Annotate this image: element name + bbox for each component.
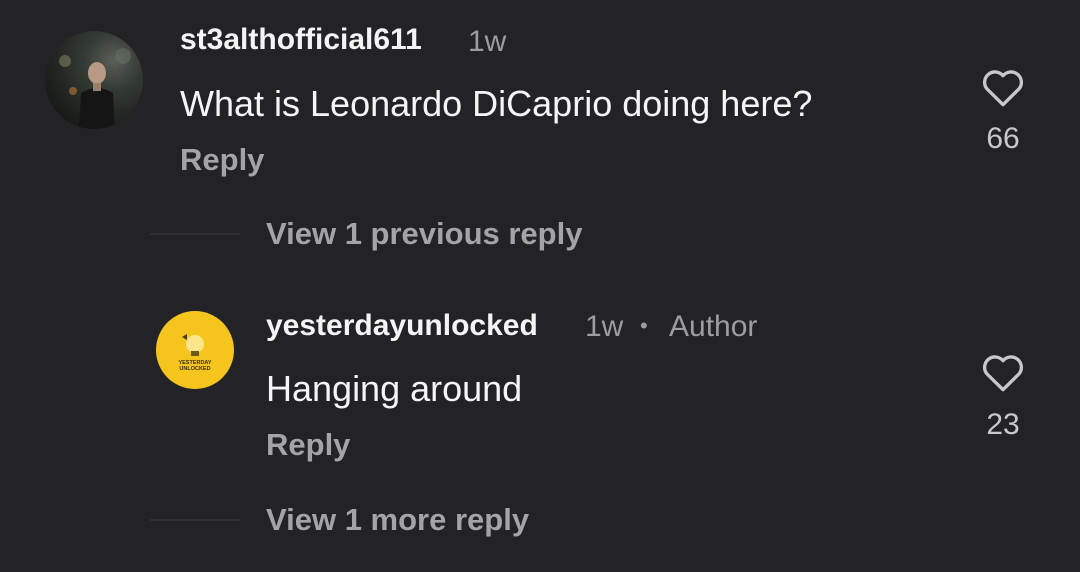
reply-like-button[interactable] xyxy=(978,347,1028,397)
author-avatar[interactable]: YESTERDAY UNLOCKED xyxy=(156,311,234,389)
heart-outline-icon xyxy=(982,70,1024,107)
reply-timestamp: 1w xyxy=(585,310,624,343)
reply-username[interactable]: yesterdayunlocked xyxy=(266,309,538,343)
meta-separator: • xyxy=(640,313,648,338)
reply-to-reply-button[interactable]: Reply xyxy=(266,427,350,463)
avatar-photo xyxy=(59,48,131,129)
comment-timestamp: 1w xyxy=(468,25,507,58)
comment-username[interactable]: st3althofficial611 xyxy=(180,23,422,57)
like-count: 66 xyxy=(986,122,1020,155)
thread-divider-line xyxy=(150,233,240,235)
reply-text: Hanging around xyxy=(266,368,523,409)
yesterday-unlocked-logo: YESTERDAY UNLOCKED xyxy=(178,334,212,372)
thread-divider-line xyxy=(150,519,240,521)
comments-panel: st3althofficial611 1w What is Leonardo D… xyxy=(0,0,1080,572)
like-button[interactable] xyxy=(978,62,1028,112)
author-badge: Author xyxy=(669,310,758,343)
reply-like-count: 23 xyxy=(986,408,1020,441)
heart-outline-icon xyxy=(982,355,1024,392)
comment-text: What is Leonardo DiCaprio doing here? xyxy=(180,83,813,124)
reply-button[interactable]: Reply xyxy=(180,142,264,178)
view-previous-replies-button[interactable]: View 1 previous reply xyxy=(266,216,582,252)
logo-line-2: UNLOCKED xyxy=(179,366,210,372)
view-more-replies-button[interactable]: View 1 more reply xyxy=(266,502,529,538)
commenter-avatar[interactable] xyxy=(45,31,143,129)
